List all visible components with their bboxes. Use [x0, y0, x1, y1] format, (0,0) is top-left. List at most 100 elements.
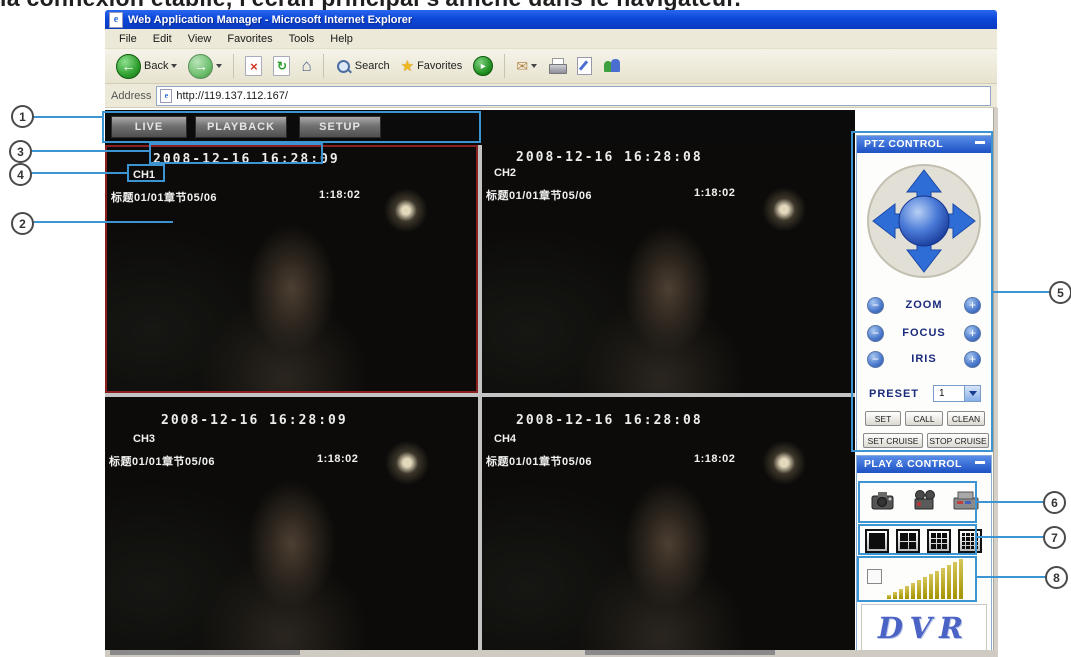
stop-button[interactable]: ×: [242, 54, 265, 78]
callout-4: 4: [9, 163, 32, 186]
timestamp: 2008-12-16 16:28:08: [516, 150, 703, 165]
address-label: Address: [111, 90, 151, 102]
video-channel-2[interactable]: 2008-12-16 16:28:08 CH2 标题01/01章节05/06 1…: [482, 145, 855, 393]
refresh-button[interactable]: ↻: [270, 54, 293, 78]
callout-box-volume: [857, 556, 977, 602]
search-label: Search: [355, 60, 390, 72]
edit-button[interactable]: [574, 55, 595, 77]
callout-line-1: [33, 116, 103, 118]
browser-titlebar: e Web Application Manager - Microsoft In…: [105, 10, 997, 29]
mail-dropdown-icon: [531, 64, 537, 68]
manual-page: la connexion établie, l'écran principal …: [0, 0, 1071, 657]
callout-line-3: [31, 150, 150, 152]
favorites-button[interactable]: ★ Favorites: [398, 55, 466, 77]
scrollbar-fragment: [585, 650, 775, 655]
play-control-header: PLAY & CONTROL: [857, 456, 991, 473]
window-title: Web Application Manager - Microsoft Inte…: [128, 14, 412, 26]
callout-line-8: [976, 576, 1048, 578]
menu-tools[interactable]: Tools: [281, 31, 323, 47]
osd-time: 1:18:02: [319, 189, 360, 201]
print-icon: [548, 58, 566, 74]
osd-text: 标题01/01章节05/06: [486, 187, 592, 203]
callout-3: 3: [9, 140, 32, 163]
toolbar-separator: [504, 54, 505, 78]
back-button[interactable]: ← Back: [113, 52, 180, 81]
mail-button[interactable]: ✉: [513, 56, 540, 77]
scrollbar-fragment: [110, 650, 300, 655]
osd-time: 1:18:02: [694, 187, 735, 199]
media-button[interactable]: ▸: [470, 54, 496, 78]
favorites-label: Favorites: [417, 60, 462, 72]
menu-help[interactable]: Help: [322, 31, 361, 47]
callout-line-2: [33, 221, 173, 223]
favorites-icon: ★: [401, 57, 414, 75]
osd-text: 标题01/01章节05/06: [486, 453, 592, 469]
channel-label: CH3: [133, 433, 155, 445]
timestamp: 2008-12-16 16:28:08: [516, 413, 703, 428]
menu-edit[interactable]: Edit: [145, 31, 180, 47]
video-channel-4[interactable]: 2008-12-16 16:28:08 CH4 标题01/01章节05/06 1…: [482, 397, 855, 650]
forward-icon: →: [188, 54, 213, 79]
window-right-edge: [993, 108, 998, 657]
messenger-icon: [603, 58, 621, 74]
callout-box-timestamp: [149, 143, 323, 164]
messenger-button[interactable]: [600, 56, 624, 76]
print-button[interactable]: [545, 56, 569, 76]
callout-box-ptz-panel: [851, 131, 993, 452]
home-icon: ⌂: [301, 56, 311, 76]
callout-line-5: [992, 291, 1052, 293]
dvr-logo: DVR: [878, 611, 970, 645]
toolbar-separator: [323, 54, 324, 78]
dvr-logo-box: DVR: [861, 604, 987, 651]
forward-dropdown-icon: [216, 64, 222, 68]
osd-time: 1:18:02: [317, 453, 358, 465]
callout-8: 8: [1045, 566, 1068, 589]
osd-time: 1:18:02: [694, 453, 735, 465]
forward-button[interactable]: →: [185, 52, 225, 81]
video-channel-1[interactable]: 2008-12-16 16:28:09 CH1 标题01/01章节05/06 1…: [105, 145, 478, 393]
media-icon: ▸: [473, 56, 493, 76]
page-icon: e: [160, 89, 172, 103]
osd-text: 标题01/01章节05/06: [111, 189, 217, 205]
back-icon: ←: [116, 54, 141, 79]
callout-line-7: [976, 536, 1046, 538]
callout-6: 6: [1043, 491, 1066, 514]
video-grid: 2008-12-16 16:28:09 CH1 标题01/01章节05/06 1…: [105, 145, 855, 650]
callout-5: 5: [1049, 281, 1071, 304]
back-dropdown-icon: [171, 64, 177, 68]
callout-1: 1: [11, 105, 34, 128]
address-bar: Address e http://119.137.112.167/: [105, 84, 997, 108]
osd-text: 标题01/01章节05/06: [109, 453, 215, 469]
callout-box-view-buttons: [858, 524, 977, 555]
mail-icon: ✉: [516, 58, 528, 75]
menu-file[interactable]: File: [111, 31, 145, 47]
minimize-button[interactable]: [975, 461, 985, 464]
toolbar-separator: [233, 54, 234, 78]
edit-icon: [577, 57, 592, 75]
address-url: http://119.137.112.167/: [176, 90, 288, 102]
callout-box-channel-label: [127, 164, 165, 182]
menu-bar: File Edit View Favorites Tools Help: [105, 29, 997, 49]
callout-line-6: [976, 501, 1046, 503]
stop-icon: ×: [245, 56, 262, 76]
callout-7: 7: [1043, 526, 1066, 549]
toolbar: ← Back → × ↻ ⌂ Search ★ Favorites ▸: [105, 49, 997, 84]
back-label: Back: [144, 60, 168, 72]
timestamp: 2008-12-16 16:28:09: [161, 413, 348, 428]
callout-box-tabs: [102, 111, 481, 143]
search-icon: [335, 58, 352, 75]
callout-box-playback-icons: [858, 481, 977, 523]
refresh-icon: ↻: [273, 56, 290, 76]
channel-label: CH4: [494, 433, 516, 445]
callout-line-4: [31, 172, 128, 174]
ie-icon: e: [109, 12, 123, 28]
callout-2: 2: [11, 212, 34, 235]
home-button[interactable]: ⌂: [298, 54, 314, 78]
play-control-title: PLAY & CONTROL: [864, 458, 962, 470]
channel-label: CH2: [494, 167, 516, 179]
menu-favorites[interactable]: Favorites: [219, 31, 280, 47]
search-button[interactable]: Search: [332, 56, 393, 77]
video-channel-3[interactable]: 2008-12-16 16:28:09 CH3 标题01/01章节05/06 1…: [105, 397, 478, 650]
address-input[interactable]: e http://119.137.112.167/: [156, 86, 991, 106]
menu-view[interactable]: View: [180, 31, 220, 47]
